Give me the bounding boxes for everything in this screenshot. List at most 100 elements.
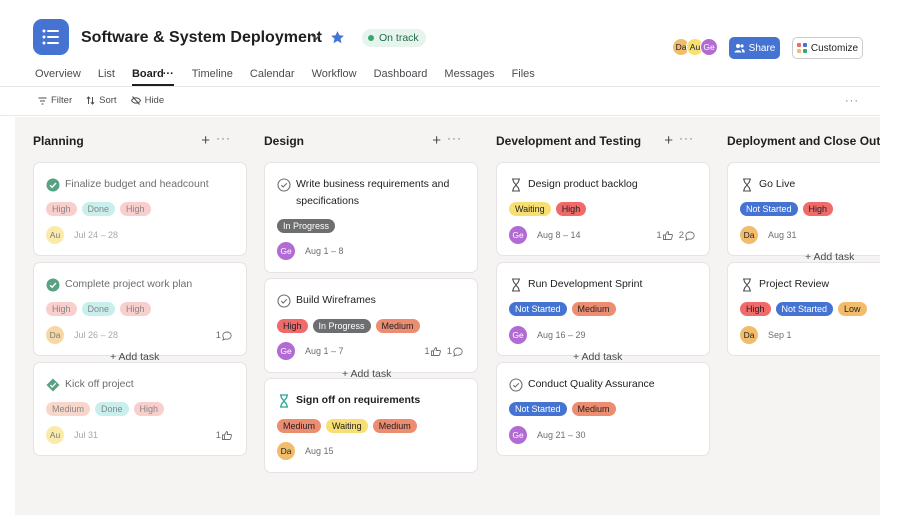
tag-badge[interactable]: Medium xyxy=(277,419,322,433)
task-card[interactable]: Complete project work plan High Done High Da… xyxy=(33,262,247,356)
due-date[interactable]: Jul 26 – 28 xyxy=(74,330,118,340)
star-icon[interactable] xyxy=(330,30,345,45)
member-avatars[interactable]: Da Au Ge xyxy=(672,38,718,56)
project-title[interactable]: Software & System Deployment xyxy=(81,29,322,47)
due-date[interactable]: Jul 24 – 28 xyxy=(74,230,118,240)
task-title[interactable]: Conduct Quality Assurance xyxy=(528,376,703,393)
tag-badge[interactable]: Not Started xyxy=(509,302,567,316)
due-date[interactable]: Aug 16 – 29 xyxy=(537,330,586,340)
task-card[interactable]: Finalize budget and headcount High Done Hig… xyxy=(33,162,247,256)
due-date[interactable]: Sep 1 xyxy=(768,330,792,340)
task-card[interactable]: Build Wireframes High In Progress Medium Ge A… xyxy=(264,278,478,373)
task-title[interactable]: Write business requirements and specific… xyxy=(296,176,471,210)
assignee-avatar[interactable]: Ge xyxy=(509,326,527,344)
tag-badge[interactable]: High xyxy=(46,302,77,316)
sort-button[interactable]: Sort xyxy=(86,95,117,106)
tag-badge[interactable]: High xyxy=(802,202,834,216)
tag-badge[interactable]: Done xyxy=(95,402,129,416)
tag-badge[interactable]: Medium xyxy=(571,302,616,316)
due-date[interactable]: Aug 1 – 8 xyxy=(305,246,344,256)
tag-badge[interactable]: In Progress xyxy=(277,219,336,233)
assignee-avatar[interactable]: Ge xyxy=(277,342,295,360)
tag-badge[interactable]: Done xyxy=(81,202,116,216)
assignee-avatar[interactable]: Da xyxy=(46,326,64,344)
column-more-icon[interactable]: ··· xyxy=(447,131,462,145)
task-title[interactable]: Finalize budget and headcount xyxy=(65,176,240,193)
assignee-avatar[interactable]: Da xyxy=(740,326,758,344)
task-title[interactable]: Run Development Sprint xyxy=(528,276,703,293)
task-card[interactable]: Conduct Quality Assurance Not Started Medi… xyxy=(496,362,710,456)
due-date[interactable]: Aug 15 xyxy=(305,446,334,456)
task-title[interactable]: Build Wireframes xyxy=(296,292,471,309)
tag-badge[interactable]: High xyxy=(120,202,151,216)
tag-badge[interactable]: High xyxy=(277,319,308,333)
tab-workflow[interactable]: Workflow xyxy=(312,66,357,86)
assignee-avatar[interactable]: Ge xyxy=(509,426,527,444)
tag-badge[interactable]: Not Started xyxy=(740,202,798,216)
task-card[interactable]: Write business requirements and specific… xyxy=(264,162,478,273)
assignee-avatar[interactable]: Ge xyxy=(509,226,527,244)
tab-list[interactable]: List xyxy=(98,66,115,86)
tab-options-icon[interactable]: ··· xyxy=(163,66,174,82)
project-logo-icon[interactable] xyxy=(33,19,69,55)
task-card[interactable]: Go Live Not Started High Da Aug 31 xyxy=(727,162,880,256)
tab-overview[interactable]: Overview xyxy=(35,66,81,86)
customize-button[interactable]: Customize xyxy=(792,37,863,59)
comment-count[interactable]: 1 xyxy=(447,346,463,357)
tag-badge[interactable]: Waiting xyxy=(326,419,368,433)
task-card[interactable]: Kick off project Medium Done High Au Jul 31 1 xyxy=(33,362,247,456)
tag-badge[interactable]: Done xyxy=(81,302,116,316)
assignee-avatar[interactable]: Da xyxy=(740,226,758,244)
tag-badge[interactable]: Medium xyxy=(46,402,91,416)
column-more-icon[interactable]: ··· xyxy=(679,131,694,145)
due-date[interactable]: Aug 31 xyxy=(768,230,797,240)
add-task-button[interactable]: + Add task xyxy=(342,368,391,380)
tag-badge[interactable]: In Progress xyxy=(312,319,371,333)
assignee-avatar[interactable]: Ge xyxy=(277,242,295,260)
tab-calendar[interactable]: Calendar xyxy=(250,66,295,86)
tab-board[interactable]: Board ··· xyxy=(131,66,174,86)
task-card[interactable]: Run Development Sprint Not Started Medium G… xyxy=(496,262,710,356)
add-task-button[interactable]: + Add task xyxy=(805,251,854,263)
assignee-avatar[interactable]: Da xyxy=(277,442,295,460)
tag-badge[interactable]: Low xyxy=(838,302,867,316)
add-task-button[interactable]: + Add task xyxy=(573,351,622,363)
add-icon[interactable]: + xyxy=(432,132,441,149)
column-title[interactable]: Deployment and Close Out xyxy=(727,134,880,148)
member-avatar[interactable]: Ge xyxy=(700,38,718,56)
assignee-avatar[interactable]: Au xyxy=(46,226,64,244)
tab-dashboard[interactable]: Dashboard xyxy=(374,66,428,86)
more-options-icon[interactable]: ··· xyxy=(845,95,859,107)
assignee-avatar[interactable]: Au xyxy=(46,426,64,444)
add-icon[interactable]: + xyxy=(664,132,673,149)
tag-badge[interactable]: Not Started xyxy=(509,402,567,416)
comment-count[interactable]: 1 xyxy=(216,330,232,341)
tag-badge[interactable]: High xyxy=(740,302,771,316)
task-title[interactable]: Project Review xyxy=(759,276,880,293)
tab-timeline[interactable]: Timeline xyxy=(192,66,233,86)
comment-count[interactable]: 2 xyxy=(679,230,695,241)
add-icon[interactable]: + xyxy=(201,132,210,149)
tag-badge[interactable]: High xyxy=(120,302,151,316)
tag-badge[interactable]: High xyxy=(46,202,77,216)
tag-badge[interactable]: High xyxy=(133,402,165,416)
tab-files[interactable]: Files xyxy=(512,66,535,86)
task-title[interactable]: Design product backlog xyxy=(528,176,703,193)
hide-button[interactable]: Hide xyxy=(130,95,164,106)
chevron-down-icon[interactable] xyxy=(309,30,323,44)
column-more-icon[interactable]: ··· xyxy=(216,131,231,145)
add-task-button[interactable]: + Add task xyxy=(110,351,159,363)
filter-button[interactable]: Filter xyxy=(38,95,72,106)
task-card[interactable]: Design product backlog Waiting High Ge Aug 8… xyxy=(496,162,710,256)
tag-badge[interactable]: Not Started xyxy=(775,302,834,316)
tag-badge[interactable]: High xyxy=(555,202,587,216)
task-title[interactable]: Kick off project xyxy=(65,376,240,393)
like-count[interactable]: 1 xyxy=(656,230,673,241)
tag-badge[interactable]: Medium xyxy=(372,419,417,433)
due-date[interactable]: Aug 21 – 30 xyxy=(537,430,586,440)
task-title[interactable]: Complete project work plan xyxy=(65,276,240,293)
task-card[interactable]: Sign off on requirements Medium Waiting Med… xyxy=(264,378,478,473)
task-title[interactable]: Go Live xyxy=(759,176,880,193)
task-title[interactable]: Sign off on requirements xyxy=(296,392,471,409)
tag-badge[interactable]: Medium xyxy=(571,402,616,416)
